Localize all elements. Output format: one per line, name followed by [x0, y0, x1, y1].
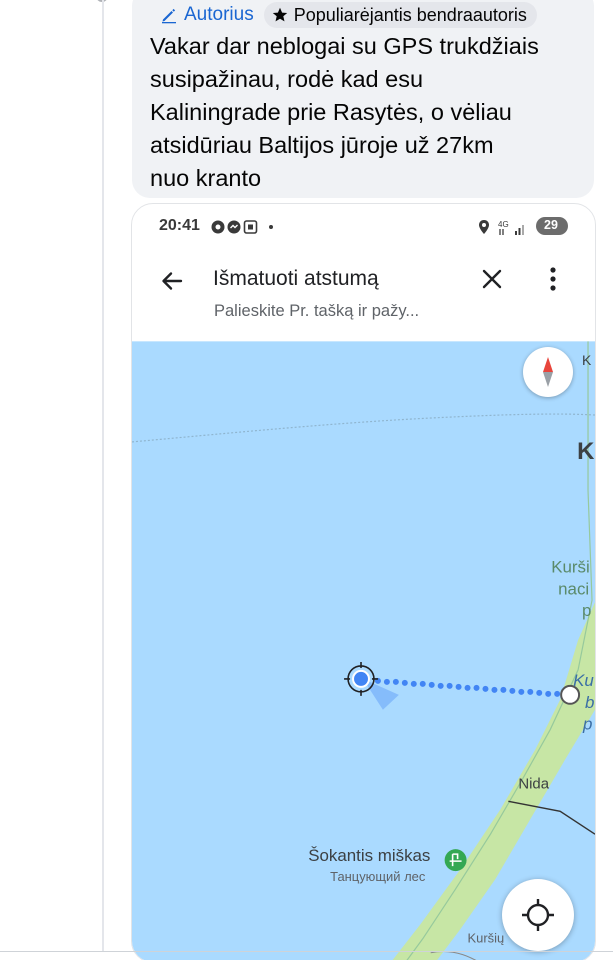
my-location-icon [522, 899, 554, 931]
pencil-icon [162, 8, 176, 24]
map-label-p: p [582, 601, 591, 620]
current-location-dot [352, 669, 370, 688]
maps-app-bar: Išmatuoti atstumą Palieskite Pr. tašką i… [132, 250, 595, 340]
svg-text:4G: 4G [498, 220, 509, 229]
attached-screenshot[interactable]: 20:41 4G 29 Išmatuoti atstumą Palieskite… [131, 203, 596, 960]
more-vert-icon[interactable] [546, 266, 560, 292]
measure-distance-title: Išmatuoti atstumą [213, 267, 379, 290]
map-label-kursi: Kurši [551, 557, 590, 576]
author-badge[interactable]: Autorius [160, 4, 254, 26]
map-label-k-top: K [582, 352, 592, 368]
top-contributor-label: Populiarėjantis bendraautoris [293, 4, 527, 25]
bottom-divider [0, 951, 613, 952]
map-view[interactable]: K K Kurši naci p Ku b p Nida Šokantis mi… [132, 340, 595, 960]
my-location-button[interactable] [502, 879, 574, 951]
map-label-sokantis-miskas: Šokantis miškas [308, 846, 430, 865]
thread-connector-line [102, 0, 104, 952]
comment-text: Vakar dar neblogai su GPS trukdžiais sus… [150, 33, 539, 191]
close-icon[interactable] [481, 268, 503, 290]
map-label-nida: Nida [518, 775, 549, 792]
measure-distance-hint: Palieskite Pr. tašką ir pažy... [214, 302, 420, 320]
map-label-p-italic: p [582, 715, 592, 734]
map-label-b: b [585, 693, 594, 712]
notification-icons [211, 220, 273, 234]
status-time: 20:41 [159, 217, 200, 234]
sea-area [132, 341, 595, 960]
comment-badges: Autorius Populiarėjantis bendraautoris [160, 2, 537, 28]
map-label-naci: naci [558, 579, 589, 598]
map-label-ku: Ku [573, 671, 594, 690]
map-label-kursiu: Kuršių [468, 931, 505, 946]
map-label-k-big: K [577, 438, 595, 465]
battery-level: 29 [544, 218, 558, 232]
park-pin-icon[interactable] [444, 849, 467, 872]
phone-status-bar: 20:41 4G 29 [132, 204, 595, 250]
star-icon [272, 7, 287, 22]
author-badge-label: Autorius [184, 4, 254, 25]
compass-button[interactable] [523, 347, 573, 397]
back-arrow-icon[interactable] [159, 268, 185, 294]
top-contributor-badge[interactable]: Populiarėjantis bendraautoris [263, 2, 537, 28]
map-label-tancuyushchiy-les: Танцующий лес [330, 869, 426, 884]
compass-icon [543, 357, 553, 387]
